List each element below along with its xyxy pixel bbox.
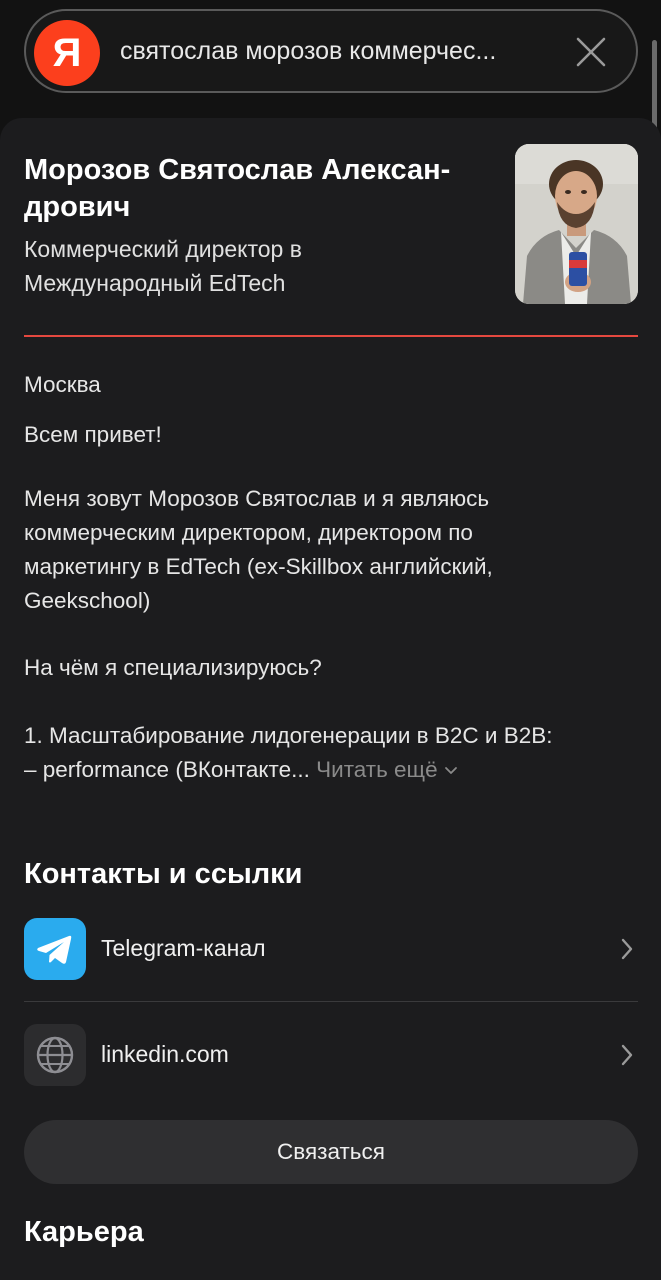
person-role-line: Международный EdTech [24, 270, 286, 296]
top-bar: Я святослав морозов коммерчес... [0, 0, 661, 118]
globe-icon [24, 1024, 86, 1086]
person-name: Морозов Святослав Алексан- дрович [24, 152, 494, 226]
close-icon[interactable] [574, 35, 608, 69]
person-name-line: Морозов Святослав Алексан- [24, 154, 451, 186]
greeting: Всем привет! [24, 422, 162, 447]
city: Москва [24, 372, 101, 397]
contact-link-label[interactable]: Telegram-канал [101, 935, 266, 962]
career-title: Карьера [24, 1216, 144, 1248]
bio: Меня зовут Морозов Святослав и я являюсь… [24, 482, 634, 618]
specialization-line: – performance (ВКонтакте... Читать ещё [24, 753, 634, 787]
telegram-icon [24, 918, 86, 980]
specialization-question: На чём я специализируюсь? [24, 655, 322, 680]
search-bar[interactable]: Я святослав морозов коммерчес... [24, 9, 638, 93]
specialization-line: 1. Масштабирование лидогенерации в B2C и… [24, 723, 553, 748]
person-name-line: дрович [24, 191, 131, 223]
bio-line: Меня зовут Морозов Святослав и я являюсь [24, 486, 490, 511]
chevron-down-icon[interactable] [444, 766, 458, 776]
bio-line: Geekschool) [24, 588, 151, 613]
read-more-label[interactable]: Читать ещё [316, 757, 437, 782]
profile-card: Морозов Святослав Алексан- дрович Коммер… [0, 118, 661, 1280]
bio-line: коммерческим директором, директором по [24, 520, 473, 545]
chevron-right-icon [621, 938, 633, 960]
header-divider [24, 335, 638, 337]
person-role: Коммерческий директор в Международный Ed… [24, 232, 494, 300]
list-divider [24, 1001, 638, 1002]
bio-line: маркетингу в EdTech (ex-Skillbox английс… [24, 554, 493, 579]
contact-link-label[interactable]: linkedin.com [101, 1041, 229, 1068]
profile-photo[interactable] [515, 144, 638, 304]
person-role-line: Коммерческий директор в [24, 236, 302, 262]
search-query[interactable]: святослав морозов коммерчес... [120, 37, 560, 66]
specialization-line-text: – performance (ВКонтакте... [24, 757, 310, 782]
specialization-list: 1. Масштабирование лидогенерации в B2C и… [24, 719, 634, 787]
contact-link-telegram[interactable]: Telegram-канал [24, 918, 638, 980]
contact-button[interactable]: Связаться [24, 1120, 638, 1184]
contacts-title: Контакты и ссылки [24, 858, 303, 890]
chevron-right-icon [621, 1044, 633, 1066]
page: Я святослав морозов коммерчес... Морозов… [0, 0, 661, 1280]
contact-link-linkedin[interactable]: linkedin.com [24, 1024, 638, 1086]
yandex-logo[interactable]: Я [34, 20, 100, 86]
read-more-link[interactable]: Читать ещё [316, 757, 458, 782]
